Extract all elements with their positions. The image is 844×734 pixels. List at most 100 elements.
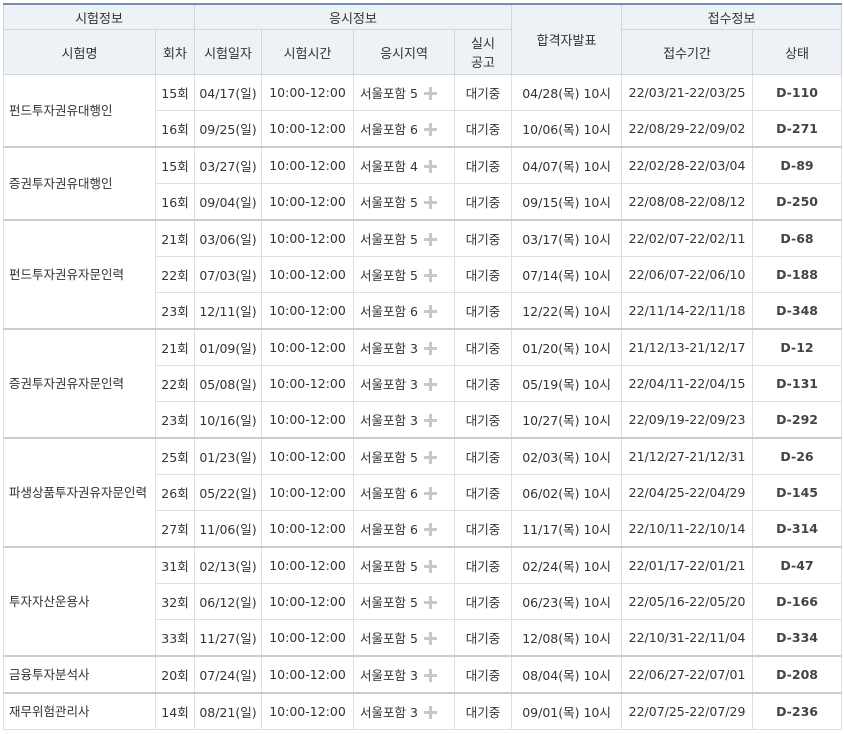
exam-date-cell: 03/06(일) xyxy=(194,219,262,257)
registration-period-cell: 22/10/11-22/10/14 xyxy=(621,510,754,548)
region-cell: 서울포함 4 xyxy=(353,146,455,184)
region-cell: 서울포함 3 xyxy=(353,692,455,730)
result-date-cell: 06/23(목) 10시 xyxy=(511,583,623,620)
notice-cell: 대기중 xyxy=(453,583,513,620)
region-cell: 서울포함 3 xyxy=(353,655,455,694)
notice-cell: 대기중 xyxy=(453,74,513,111)
region-text: 서울포함 5 xyxy=(360,86,418,101)
result-date-cell: 12/08(목) 10시 xyxy=(511,619,623,657)
exam-time-cell: 10:00-12:00 xyxy=(261,328,354,366)
exam-date-cell: 05/08(일) xyxy=(194,365,262,402)
plus-icon[interactable] xyxy=(423,269,437,282)
round-cell: 20회 xyxy=(155,655,195,694)
plus-icon[interactable] xyxy=(423,123,437,136)
region-cell: 서울포함 5 xyxy=(353,219,455,257)
registration-period-cell: 22/08/08-22/08/12 xyxy=(621,183,754,221)
notice-cell: 대기중 xyxy=(453,256,513,293)
plus-icon[interactable] xyxy=(423,378,437,391)
region-cell: 서울포함 5 xyxy=(353,619,455,657)
round-cell: 14회 xyxy=(155,692,195,730)
status-dday-cell: D-348 xyxy=(752,292,843,330)
round-cell: 16회 xyxy=(155,110,195,148)
plus-icon[interactable] xyxy=(423,451,437,464)
region-text: 서울포함 5 xyxy=(360,268,418,283)
status-dday-cell: D-334 xyxy=(752,619,843,657)
result-date-cell: 02/24(목) 10시 xyxy=(511,546,623,584)
round-cell: 16회 xyxy=(155,183,195,221)
plus-icon[interactable] xyxy=(423,596,437,609)
exam-name: 금융투자분석사 xyxy=(3,655,156,694)
exam-schedule-table: 시험정보 응시정보 합격자발표 접수정보 시험명 회차 시험일자 시험시간 응시… xyxy=(3,3,843,730)
exam-date-cell: 01/23(일) xyxy=(194,437,262,475)
registration-period-cell: 22/08/29-22/09/02 xyxy=(621,110,754,148)
status-dday-cell: D-89 xyxy=(752,146,843,184)
plus-icon[interactable] xyxy=(423,487,437,500)
region-text: 서울포함 4 xyxy=(360,159,418,174)
exam-time-cell: 10:00-12:00 xyxy=(261,583,354,620)
plus-icon[interactable] xyxy=(423,669,437,682)
exam-name: 파생상품투자권유자문인력 xyxy=(3,437,156,548)
plus-icon[interactable] xyxy=(423,560,437,573)
plus-icon[interactable] xyxy=(423,414,437,427)
plus-icon[interactable] xyxy=(423,632,437,645)
exam-date-cell: 02/13(일) xyxy=(194,546,262,584)
region-cell: 서울포함 3 xyxy=(353,401,455,439)
region-cell: 서울포함 6 xyxy=(353,110,455,148)
exam-name: 증권투자권유자문인력 xyxy=(3,328,156,439)
status-dday-cell: D-236 xyxy=(752,692,843,730)
exam-date-cell: 09/04(일) xyxy=(194,183,262,221)
exam-date-cell: 06/12(일) xyxy=(194,583,262,620)
exam-time-cell: 10:00-12:00 xyxy=(261,256,354,293)
region-cell: 서울포함 6 xyxy=(353,510,455,548)
registration-period-cell: 21/12/27-21/12/31 xyxy=(621,437,754,475)
result-date-cell: 10/06(목) 10시 xyxy=(511,110,623,148)
status-dday-cell: D-314 xyxy=(752,510,843,548)
header-apply-info: 응시정보 xyxy=(193,3,513,30)
status-dday-cell: D-292 xyxy=(752,401,843,439)
exam-date-cell: 11/27(일) xyxy=(194,619,262,657)
status-dday-cell: D-68 xyxy=(752,219,843,257)
exam-name: 펀드투자권유자문인력 xyxy=(3,219,156,330)
region-text: 서울포함 3 xyxy=(360,668,418,683)
registration-period-cell: 22/03/21-22/03/25 xyxy=(621,74,754,111)
result-date-cell: 12/22(목) 10시 xyxy=(511,292,623,330)
schedule-body: 펀드투자권유대행인 15회 04/17(일) 10:00-12:00 서울포함 5 대기중… xyxy=(3,74,843,730)
round-cell: 33회 xyxy=(155,619,195,657)
plus-icon[interactable] xyxy=(423,160,437,173)
header-region: 응시지역 xyxy=(353,29,455,75)
exam-name: 재무위험관리사 xyxy=(3,692,156,730)
exam-time-cell: 10:00-12:00 xyxy=(261,510,354,548)
plus-icon[interactable] xyxy=(423,342,437,355)
plus-icon[interactable] xyxy=(423,523,437,536)
notice-cell: 대기중 xyxy=(453,692,513,730)
plus-icon[interactable] xyxy=(423,305,437,318)
region-text: 서울포함 5 xyxy=(360,595,418,610)
registration-period-cell: 22/04/11-22/04/15 xyxy=(621,365,754,402)
table-row: 증권투자권유대행인 15회 03/27(일) 10:00-12:00 서울포함 4 대기중… xyxy=(3,146,843,221)
region-text: 서울포함 6 xyxy=(360,122,418,137)
status-dday-cell: D-131 xyxy=(752,365,843,402)
exam-date-cell: 09/25(일) xyxy=(194,110,262,148)
table-row: 펀드투자권유자문인력 21회 03/06(일) 10:00-12:00 서울포함 5 대기… xyxy=(3,219,843,330)
exam-time-cell: 10:00-12:00 xyxy=(261,546,354,584)
plus-icon[interactable] xyxy=(423,706,437,719)
status-dday-cell: D-271 xyxy=(752,110,843,148)
region-text: 서울포함 6 xyxy=(360,304,418,319)
plus-icon[interactable] xyxy=(423,196,437,209)
header-result-announcement: 합격자발표 xyxy=(511,3,623,75)
round-cell: 26회 xyxy=(155,474,195,511)
result-date-cell: 06/02(목) 10시 xyxy=(511,474,623,511)
round-cell: 22회 xyxy=(155,365,195,402)
region-cell: 서울포함 5 xyxy=(353,437,455,475)
table-row: 투자자산운용사 31회 02/13(일) 10:00-12:00 서울포함 5 대기중 02… xyxy=(3,546,843,657)
result-date-cell: 01/20(목) 10시 xyxy=(511,328,623,366)
plus-icon[interactable] xyxy=(423,87,437,100)
registration-period-cell: 22/07/25-22/07/29 xyxy=(621,692,754,730)
result-date-cell: 09/15(목) 10시 xyxy=(511,183,623,221)
plus-icon[interactable] xyxy=(423,233,437,246)
exam-time-cell: 10:00-12:00 xyxy=(261,401,354,439)
result-date-cell: 03/17(목) 10시 xyxy=(511,219,623,257)
round-cell: 23회 xyxy=(155,292,195,330)
exam-time-cell: 10:00-12:00 xyxy=(261,146,354,184)
notice-cell: 대기중 xyxy=(453,219,513,257)
